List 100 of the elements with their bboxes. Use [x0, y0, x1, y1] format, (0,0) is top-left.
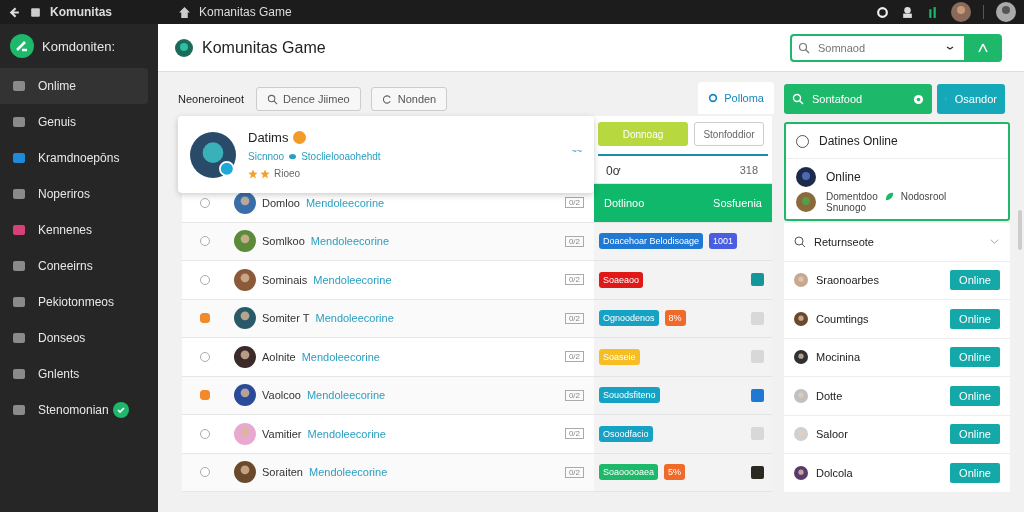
action-button[interactable]: Osandor — [937, 84, 1005, 114]
avatar-icon — [794, 388, 808, 403]
radio-button[interactable] — [200, 236, 210, 247]
count-text: 318 — [739, 164, 758, 178]
profile-button[interactable] — [964, 33, 1002, 62]
section-title: Online — [826, 170, 861, 184]
player-name: Somlkoo — [262, 235, 305, 248]
search-field[interactable]: Somnaod — [790, 33, 964, 62]
avatar-icon — [796, 192, 816, 212]
player-link[interactable]: Mendoleecorine — [310, 235, 390, 248]
player-link[interactable]: Mendoleecorine — [315, 312, 394, 325]
option-button[interactable]: Stonfoddior — [694, 122, 764, 146]
player-link[interactable]: Mendoleecorine — [309, 466, 388, 479]
player-link[interactable]: Mendoleecorine — [307, 427, 386, 440]
column-heading: Sosfuenia — [713, 196, 762, 209]
sidebar-item[interactable]: Kramdnoepōns — [0, 140, 148, 176]
menu-icon — [12, 223, 26, 237]
back-icon[interactable] — [8, 5, 21, 19]
avatar-icon — [794, 350, 808, 365]
avatar-icon — [234, 268, 256, 291]
circle-icon[interactable] — [876, 5, 889, 19]
sidebar-item[interactable]: Genuis — [0, 104, 148, 140]
user-name: Domentdoo — [826, 191, 878, 202]
sidebar-item[interactable]: Donseos — [0, 320, 148, 356]
home-icon[interactable] — [178, 5, 191, 19]
count-text: 0ơ — [606, 164, 621, 178]
status-button[interactable]: Online — [950, 347, 1000, 368]
tag: Soaooooaea — [599, 464, 659, 481]
section-label: Neoneroineot — [178, 93, 245, 105]
sidebar-item[interactable]: Noperiros — [0, 176, 148, 212]
sidebar-item[interactable]: Gnlents — [0, 356, 148, 392]
tab[interactable]: Polloma — [698, 82, 774, 114]
action-button[interactable]: Sontafood — [784, 84, 932, 114]
radio-button[interactable] — [200, 313, 210, 324]
avatar-icon — [794, 465, 808, 480]
menu-icon — [12, 331, 26, 345]
avatar-icon — [796, 167, 816, 187]
radio-button[interactable] — [200, 428, 210, 439]
profile-link[interactable]: Stoclielooaohehdt — [301, 151, 381, 162]
card-title: Datines Online — [819, 134, 898, 148]
player-name: Vamitier — [262, 427, 302, 440]
player-link[interactable]: Mendoleecorine — [305, 196, 385, 209]
user-icon[interactable] — [901, 5, 914, 19]
count-badge: 0/2 — [564, 428, 584, 440]
tag: 8% — [664, 310, 686, 327]
count-badge: 0/2 — [564, 197, 584, 209]
tag: Ognoodenos — [599, 310, 659, 327]
logo-icon — [10, 34, 34, 58]
player-name: Soraiten — [262, 466, 303, 479]
avatar-icon[interactable] — [951, 2, 971, 22]
menu-icon — [12, 115, 26, 129]
bars-icon[interactable] — [926, 5, 939, 19]
filter-button[interactable]: Nonden — [370, 87, 448, 111]
page-title: Komanitas Game — [199, 5, 292, 19]
count-badge: 0/2 — [564, 466, 584, 478]
status-button[interactable]: Online — [950, 270, 1000, 291]
player-link[interactable]: Mendoleecorine — [306, 389, 386, 402]
friend-name: Saloor — [816, 428, 848, 441]
sidebar-item[interactable]: Pekiotonmeos — [0, 284, 148, 320]
tag: Soaeaoo — [599, 271, 644, 288]
avatar-icon — [234, 384, 256, 407]
profile-meta: Rioeo — [274, 168, 301, 179]
radio-button[interactable] — [200, 351, 210, 362]
status-button[interactable]: Online — [950, 462, 1000, 483]
search-button[interactable]: Dence Jiimeo — [256, 87, 361, 111]
profile-subtitle: Sicnnoo — [248, 151, 285, 162]
menu-icon — [12, 259, 26, 273]
player-name: Sominais — [262, 273, 308, 286]
tag: Doacehoar Belodisoage — [599, 233, 704, 250]
tag: Soaseie — [599, 348, 640, 365]
player-name: Somiter T — [262, 312, 310, 325]
count-badge: 0/2 — [564, 274, 584, 286]
friend-name: Dotte — [816, 389, 843, 402]
profile-name: Datims — [248, 130, 289, 145]
radio-button[interactable] — [200, 197, 210, 208]
avatar-icon — [234, 307, 256, 330]
radio-button[interactable] — [200, 274, 210, 285]
sidebar-item[interactable]: Stenomonian — [0, 392, 148, 428]
leaf-icon — [883, 191, 895, 202]
radio-button[interactable] — [200, 390, 210, 401]
avatar-icon — [234, 461, 256, 484]
radio-button[interactable] — [200, 467, 210, 478]
player-name: Aolnite — [262, 350, 296, 363]
menu-icon — [12, 367, 26, 381]
sidebar-item[interactable]: Onlime — [0, 68, 148, 104]
status-button[interactable]: Online — [950, 385, 1000, 406]
status-button[interactable]: Online — [950, 424, 1000, 445]
player-link[interactable]: Mendoleecorine — [301, 350, 380, 363]
player-link[interactable]: Mendoleecorine — [313, 273, 392, 286]
status-button[interactable]: Online — [950, 308, 1000, 329]
brand-name: Komdoniten: — [42, 38, 115, 54]
menu-icon — [12, 295, 26, 309]
sidebar-item[interactable]: Kennenes — [0, 212, 148, 248]
circle-icon — [708, 93, 719, 103]
sidebar-item[interactable]: Coneeirns — [0, 248, 148, 284]
page-heading: Komunitas Game — [202, 38, 326, 57]
avatar-icon[interactable] — [996, 2, 1016, 22]
tag: Osoodfacio — [599, 425, 653, 442]
count-badge: 0/2 — [564, 351, 584, 363]
count-badge: 0/2 — [564, 389, 584, 401]
